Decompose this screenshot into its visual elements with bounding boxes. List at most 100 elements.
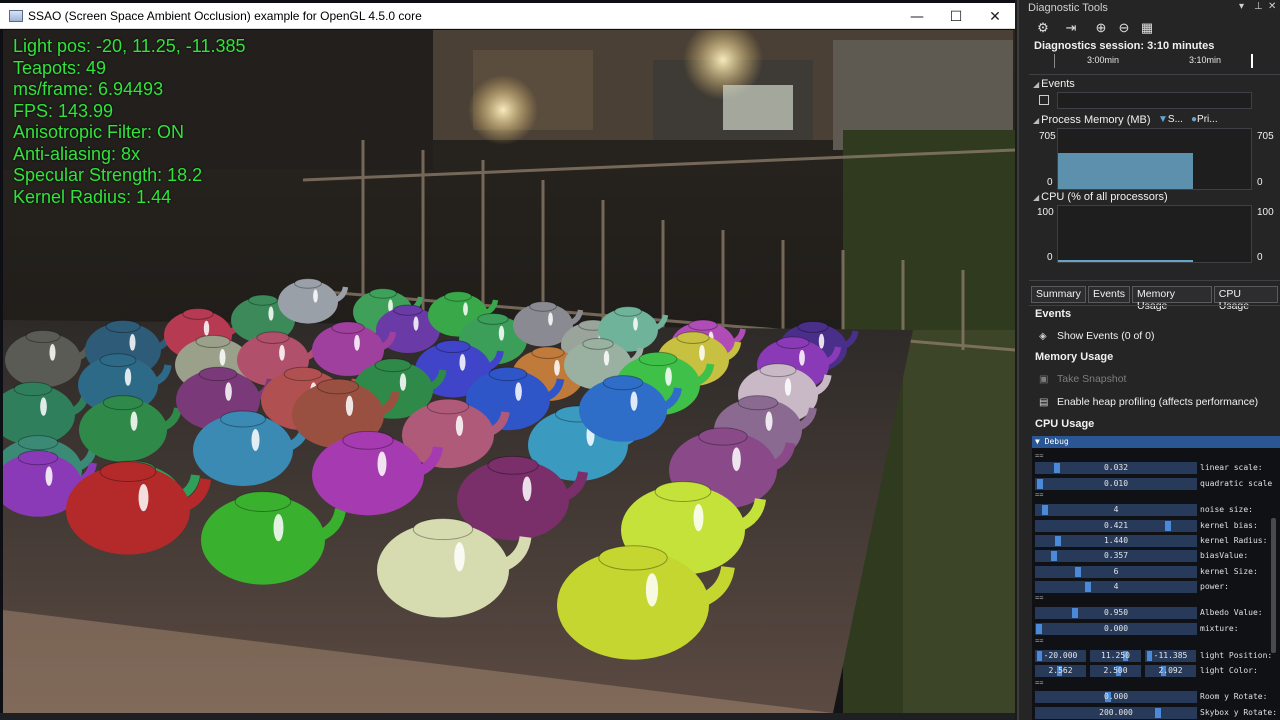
heap-profiling-label: Enable heap profiling (affects performan… xyxy=(1057,396,1259,408)
show-events-label: Show Events (0 of 0) xyxy=(1057,330,1155,342)
show-events-link[interactable]: ◈ Show Events (0 of 0) xyxy=(1039,330,1154,342)
teapot-lid xyxy=(374,358,412,373)
timeline-start-marker[interactable] xyxy=(1054,54,1055,68)
debug-slider[interactable]: 0.000 xyxy=(1035,623,1197,635)
slider-value: 11.250 xyxy=(1101,651,1130,660)
tab-cpu-usage[interactable]: CPU Usage xyxy=(1213,286,1278,312)
room-rotate-label: Room y Rotate: xyxy=(1200,692,1268,701)
cpu-chart[interactable] xyxy=(1057,205,1252,263)
teapot-lid xyxy=(198,366,238,382)
cpu-axis-max-left: 100 xyxy=(1037,207,1054,218)
divider xyxy=(1029,280,1280,281)
teapot-lid xyxy=(444,291,472,302)
zoom-out-icon[interactable]: ⊖ xyxy=(1116,20,1132,36)
imgui-debug-window[interactable]: ▼ Debug == 0.032 linear scale: 0.010 quadrat… xyxy=(1032,436,1280,720)
cpu-panel-header: CPU Usage xyxy=(1035,418,1095,430)
teapot-lid xyxy=(17,435,59,451)
tab-events[interactable]: Events xyxy=(1087,286,1131,303)
debug-separator: == xyxy=(1035,637,1044,645)
slider-value: -11.385 xyxy=(1153,651,1188,660)
debug-scrollbar[interactable] xyxy=(1271,518,1276,653)
teapot-specular-highlight xyxy=(399,373,407,391)
teapot-specular-highlight xyxy=(49,344,56,361)
debug-window-title: Debug xyxy=(1044,437,1069,446)
slider-value: 1.440 xyxy=(1103,536,1129,545)
heap-profiling-toggle[interactable]: ▤ Enable heap profiling (affects performa… xyxy=(1039,396,1258,408)
process-memory-chart[interactable] xyxy=(1057,128,1252,190)
close-pane-icon[interactable]: ✕ xyxy=(1268,1,1276,12)
debug-slider[interactable]: 0.032 xyxy=(1035,462,1197,474)
reset-zoom-icon[interactable]: ▦ xyxy=(1139,20,1155,36)
dropdown-arrow-icon[interactable]: ▾ xyxy=(1239,1,1244,12)
diagnostics-toolbar: ⚙ ⇥ ⊕ ⊖ ▦ xyxy=(1019,16,1280,38)
light-position-component-slider[interactable]: -20.000 xyxy=(1035,650,1086,662)
debug-slider[interactable]: 4 xyxy=(1035,504,1197,516)
teapot-lid xyxy=(759,363,797,378)
debug-window-titlebar[interactable]: ▼ Debug xyxy=(1032,436,1280,448)
memory-axis-max-left: 705 xyxy=(1039,131,1056,142)
session-timeline[interactable]: 3:00min 3:10min xyxy=(1054,52,1254,74)
teapot-specular-highlight xyxy=(45,466,53,486)
settings-gear-icon[interactable]: ⚙ xyxy=(1035,20,1051,36)
teapot-lid xyxy=(316,378,360,395)
diagnostics-tabs: Summary Events Memory Usage CPU Usage xyxy=(1031,286,1280,312)
slider-value: 0.421 xyxy=(1103,521,1129,530)
pin-icon[interactable]: ⊥ xyxy=(1254,1,1263,12)
tab-summary[interactable]: Summary xyxy=(1031,286,1086,303)
events-track[interactable] xyxy=(1057,92,1252,109)
cpu-axis-max-right: 100 xyxy=(1257,207,1274,218)
slider-value: 0.032 xyxy=(1103,463,1129,472)
legend-private-bytes[interactable]: ●Pri... xyxy=(1191,114,1218,125)
teapot-lid xyxy=(688,319,718,331)
take-snapshot-button[interactable]: ▣ Take Snapshot xyxy=(1039,373,1126,385)
skybox-rotate-slider[interactable]: 200.000 xyxy=(1035,707,1197,719)
events-section-header[interactable]: ◢ Events xyxy=(1033,78,1075,90)
teapot-specular-highlight xyxy=(225,382,232,401)
process-memory-header[interactable]: ◢ Process Memory (MB) xyxy=(1033,114,1151,126)
room-rotate-slider[interactable]: 0.000 xyxy=(1035,691,1197,703)
collapse-arrow-icon[interactable]: ▼ xyxy=(1035,437,1045,446)
close-button[interactable]: ✕ xyxy=(976,6,1014,28)
overlay-line-specular: Specular Strength: 18.2 xyxy=(13,165,203,185)
teapot-lid xyxy=(393,304,423,316)
debug-slider[interactable]: 0.950 xyxy=(1035,607,1197,619)
light-color-component-slider[interactable]: 2.500 xyxy=(1090,665,1141,677)
gl-title-bar[interactable]: SSAO (Screen Space Ambient Occlusion) ex… xyxy=(0,3,1015,29)
zoom-in-icon[interactable]: ⊕ xyxy=(1093,20,1109,36)
debug-slider[interactable]: 0.421 xyxy=(1035,520,1197,532)
memory-axis-max-right: 705 xyxy=(1257,131,1274,142)
timeline-label-300: 3:00min xyxy=(1087,55,1120,65)
slider-label: mixture: xyxy=(1200,624,1239,633)
teapot-specular-highlight xyxy=(548,312,553,326)
light-position-component-slider[interactable]: 11.250 xyxy=(1090,650,1141,662)
overlay-line-fps: FPS: 143.99 xyxy=(13,100,114,121)
teapot-lid xyxy=(487,455,539,475)
legend-snapshot[interactable]: ▼S... xyxy=(1158,114,1183,125)
light-position-component-slider[interactable]: -11.385 xyxy=(1145,650,1196,662)
teapot-lid xyxy=(488,366,528,382)
teapot-lid xyxy=(426,398,470,415)
teapot-lid xyxy=(797,320,829,333)
pause-events-icon[interactable] xyxy=(1039,95,1049,105)
snapshot-triangle-icon: ▼ xyxy=(1158,114,1168,125)
light-color-component-slider[interactable]: 2.562 xyxy=(1035,665,1086,677)
taskbar-strip xyxy=(0,713,1015,720)
slider-label: biasValue: xyxy=(1200,551,1249,560)
debug-slider[interactable]: 4 xyxy=(1035,581,1197,593)
render-viewport[interactable]: Light pos: -20, 11.25, -11.385 Teapots: … xyxy=(3,30,1015,713)
timeline-end-marker[interactable] xyxy=(1251,54,1253,68)
overlay-line-ms-frame: ms/frame: 6.94493 xyxy=(13,79,164,99)
cpu-section-header[interactable]: ◢ CPU (% of all processors) xyxy=(1033,191,1168,203)
debug-slider[interactable]: 0.357 xyxy=(1035,550,1197,562)
light-color-component-slider[interactable]: 2.092 xyxy=(1145,665,1196,677)
debug-slider[interactable]: 1.440 xyxy=(1035,535,1197,547)
debug-slider[interactable]: 6 xyxy=(1035,566,1197,578)
teapot-specular-highlight xyxy=(645,573,659,607)
export-icon[interactable]: ⇥ xyxy=(1063,20,1079,36)
minimize-button[interactable]: — xyxy=(898,6,936,28)
maximize-button[interactable]: ☐ xyxy=(937,6,975,28)
debug-slider[interactable]: 0.010 xyxy=(1035,478,1197,490)
tab-memory-usage[interactable]: Memory Usage xyxy=(1132,286,1212,312)
teapot-specular-highlight xyxy=(515,382,522,401)
teapot-lid xyxy=(614,306,642,317)
